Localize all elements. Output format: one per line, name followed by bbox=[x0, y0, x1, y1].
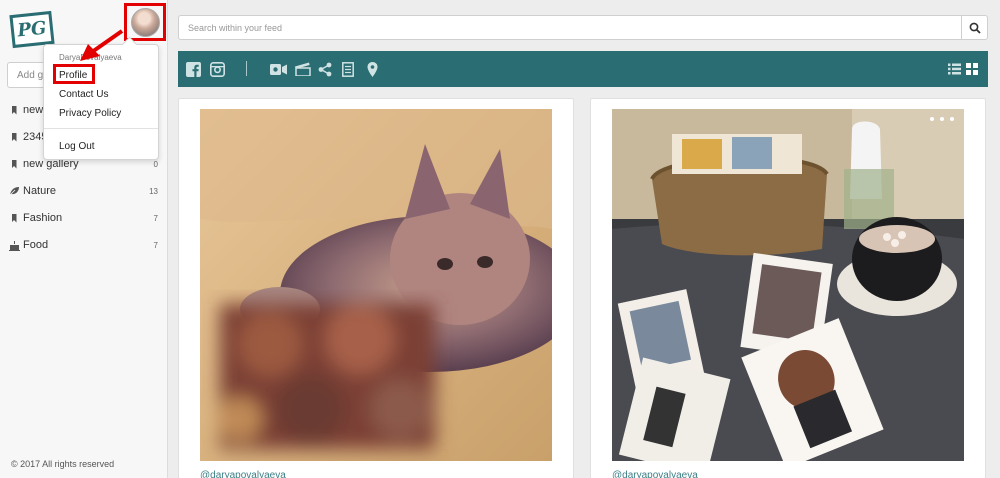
location-pin-icon[interactable] bbox=[363, 60, 381, 78]
sidebar-item-food[interactable]: Food 7 bbox=[8, 236, 158, 254]
video-icon[interactable] bbox=[269, 60, 287, 78]
bookmark-icon bbox=[8, 159, 20, 169]
document-icon[interactable] bbox=[339, 60, 357, 78]
feed-card: @daryapovalyaeva bbox=[590, 98, 986, 478]
avatar[interactable] bbox=[131, 8, 160, 37]
menu-divider bbox=[44, 128, 158, 129]
instagram-icon[interactable] bbox=[208, 60, 226, 78]
sidebar-item-count: 0 bbox=[153, 159, 158, 169]
bookmark-icon bbox=[8, 132, 20, 142]
search-icon bbox=[969, 22, 981, 34]
grid-view-icon[interactable] bbox=[963, 60, 981, 78]
app-logo[interactable]: PG bbox=[9, 10, 55, 49]
cake-icon bbox=[8, 240, 20, 251]
search-input[interactable] bbox=[178, 15, 962, 40]
sidebar-item-nature[interactable]: Nature 13 bbox=[8, 182, 158, 200]
toolbar-divider bbox=[246, 61, 247, 76]
clapperboard-icon[interactable] bbox=[294, 60, 312, 78]
share-icon[interactable] bbox=[316, 60, 334, 78]
sidebar-item-fashion[interactable]: Fashion 7 bbox=[8, 209, 158, 227]
contact-us-menu-item[interactable]: Contact Us bbox=[59, 89, 108, 100]
log-out-menu-item[interactable]: Log Out bbox=[59, 141, 95, 152]
search-button[interactable] bbox=[961, 15, 988, 40]
sidebar-item-count: 7 bbox=[153, 213, 158, 223]
sidebar-item-count: 13 bbox=[149, 186, 158, 196]
sidebar-item-label: Food bbox=[23, 239, 49, 251]
annotation-arrow-icon bbox=[80, 29, 124, 61]
list-view-icon[interactable] bbox=[945, 60, 963, 78]
privacy-policy-menu-item[interactable]: Privacy Policy bbox=[59, 108, 121, 119]
feed-photo-cat[interactable] bbox=[200, 109, 552, 461]
feed-toolbar bbox=[178, 51, 988, 87]
sidebar-item-label: Nature bbox=[23, 185, 57, 197]
facebook-icon[interactable] bbox=[184, 60, 202, 78]
profile-highlight-box bbox=[53, 64, 95, 84]
sidebar-item-count: 7 bbox=[153, 240, 158, 250]
copyright-text: © 2017 All rights reserved bbox=[11, 459, 115, 469]
bookmark-icon bbox=[8, 105, 20, 115]
feed-photo-table[interactable] bbox=[612, 109, 964, 461]
sidebar-item-label: Fashion bbox=[23, 212, 63, 224]
bookmark-icon bbox=[8, 213, 20, 223]
card-owner-link[interactable]: @daryapovalyaeva bbox=[612, 470, 698, 478]
card-owner-link[interactable]: @daryapovalyaeva bbox=[200, 470, 286, 478]
feed-card: @daryapovalyaeva bbox=[178, 98, 574, 478]
leaf-icon bbox=[8, 186, 20, 196]
